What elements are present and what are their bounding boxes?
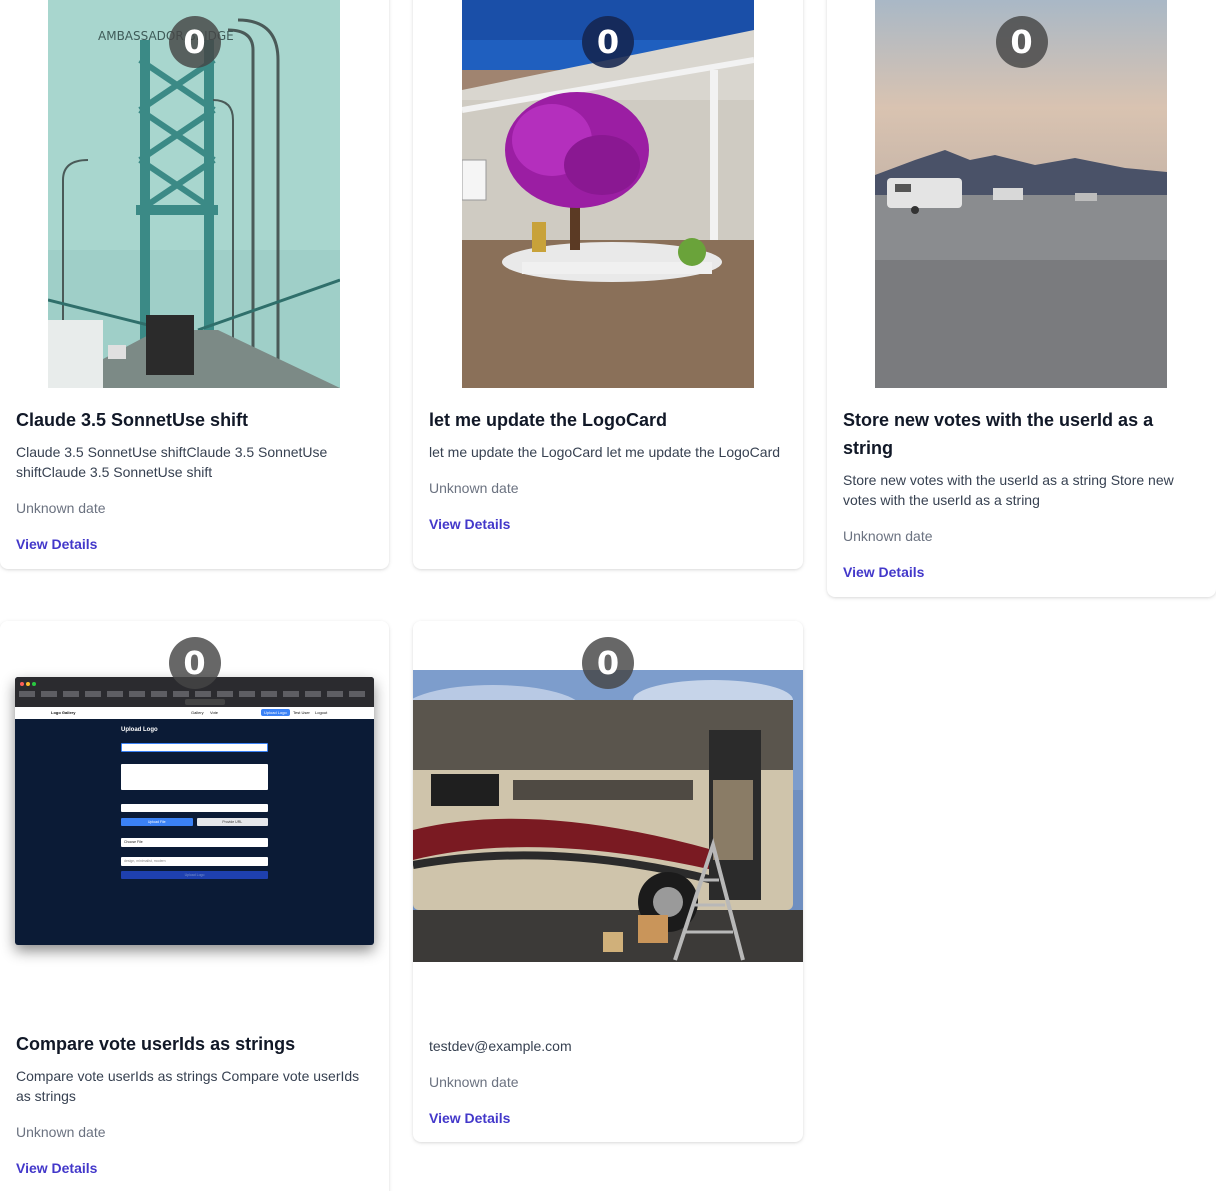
app-navbar: Logo Gallery Gallery Vote Upload Logo Te… (15, 707, 374, 719)
card-image-area: AMBASSADOR BRIDGE 0 (0, 0, 389, 388)
view-details-link[interactable]: View Details (429, 1108, 510, 1128)
vote-count-badge[interactable]: 0 (582, 16, 634, 68)
card-body: Store new votes with the userId as a str… (827, 388, 1216, 582)
logo-card: Logo Gallery Gallery Vote Upload Logo Te… (0, 621, 389, 1191)
card-body: Claude 3.5 SonnetUse shift Claude 3.5 So… (0, 388, 389, 554)
view-details-link[interactable]: View Details (429, 514, 510, 534)
app-screenshot[interactable]: Logo Gallery Gallery Vote Upload Logo Te… (15, 677, 374, 945)
card-body: let me update the LogoCard let me update… (413, 388, 803, 534)
nav-gallery: Gallery (191, 710, 204, 715)
form-tags-field: design, minimalist, modern (121, 857, 268, 866)
bookmarks-bar (19, 691, 370, 697)
view-details-link[interactable]: View Details (16, 1158, 97, 1178)
card-author-email: testdev@example.com (429, 1038, 572, 1054)
card-date: Unknown date (16, 1124, 106, 1140)
card-description: Store new votes with the userId as a str… (843, 472, 1174, 508)
card-image-area: Logo Gallery Gallery Vote Upload Logo Te… (0, 621, 389, 1012)
window-maximize-icon (32, 682, 36, 686)
logo-card: AMBASSADOR BRIDGE 0 Claude 3.5 SonnetUse… (0, 0, 389, 569)
form-heading: Upload Logo (121, 727, 158, 733)
app-name: Logo Gallery (51, 710, 76, 715)
card-date: Unknown date (429, 480, 519, 496)
form-description-field (121, 764, 268, 790)
card-date: Unknown date (843, 528, 933, 544)
card-title: Claude 3.5 SonnetUse shift (16, 410, 249, 430)
card-image-area: 0 (413, 621, 803, 1012)
vote-count-badge[interactable]: 0 (995, 16, 1048, 68)
card-body: testdev@example.com Unknown date View De… (413, 1012, 803, 1128)
card-date: Unknown date (429, 1074, 519, 1090)
window-minimize-icon (26, 682, 30, 686)
card-title: let me update the LogoCard (429, 410, 668, 430)
rv-photo[interactable] (413, 670, 803, 962)
form-source-toggle: Upload File Provide URL (121, 818, 268, 826)
logo-card: 0 testdev@example.com Unknown date View … (413, 621, 803, 1142)
vote-count-badge[interactable]: 0 (168, 16, 221, 68)
nav-logout: Logout (315, 710, 328, 715)
vote-count-badge[interactable]: 0 (168, 637, 221, 689)
window-close-icon (20, 682, 24, 686)
logo-card: 0 Store new votes with the userId as a s… (827, 0, 1216, 597)
tab-strip (185, 699, 225, 705)
upload-form: Upload Logo Upload File Provide URL Choo… (121, 727, 268, 879)
card-description: Claude 3.5 SonnetUse shiftClaude 3.5 Son… (16, 444, 328, 480)
card-body: Compare vote userIds as strings Compare … (0, 1012, 389, 1178)
card-image-area: 0 (413, 0, 803, 388)
card-description: let me update the LogoCard let me update… (429, 444, 781, 460)
nav-upload-button: Upload Logo (261, 709, 290, 716)
form-website-field (121, 804, 268, 812)
card-date: Unknown date (16, 500, 106, 516)
form-file-field: Choose File (121, 838, 268, 847)
card-image-area: 0 (827, 0, 1216, 388)
form-upload-file-tab: Upload File (121, 818, 193, 826)
card-description: Compare vote userIds as strings Compare … (16, 1068, 360, 1104)
form-provide-url-tab: Provide URL (196, 818, 268, 826)
view-details-link[interactable]: View Details (843, 562, 924, 582)
view-details-link[interactable]: View Details (16, 534, 97, 554)
form-submit-button: Upload Logo (121, 871, 268, 879)
card-title: Compare vote userIds as strings (16, 1034, 296, 1054)
card-title: Store new votes with the userId as a str… (843, 410, 1154, 458)
nav-vote: Vote (210, 710, 219, 715)
form-name-field (121, 743, 268, 752)
vote-count-badge[interactable]: 0 (582, 637, 634, 689)
nav-user: Test User (293, 710, 310, 715)
form-choose-file-button: Choose File (124, 840, 143, 844)
logo-card: 0 let me update the LogoCard let me upda… (413, 0, 803, 569)
